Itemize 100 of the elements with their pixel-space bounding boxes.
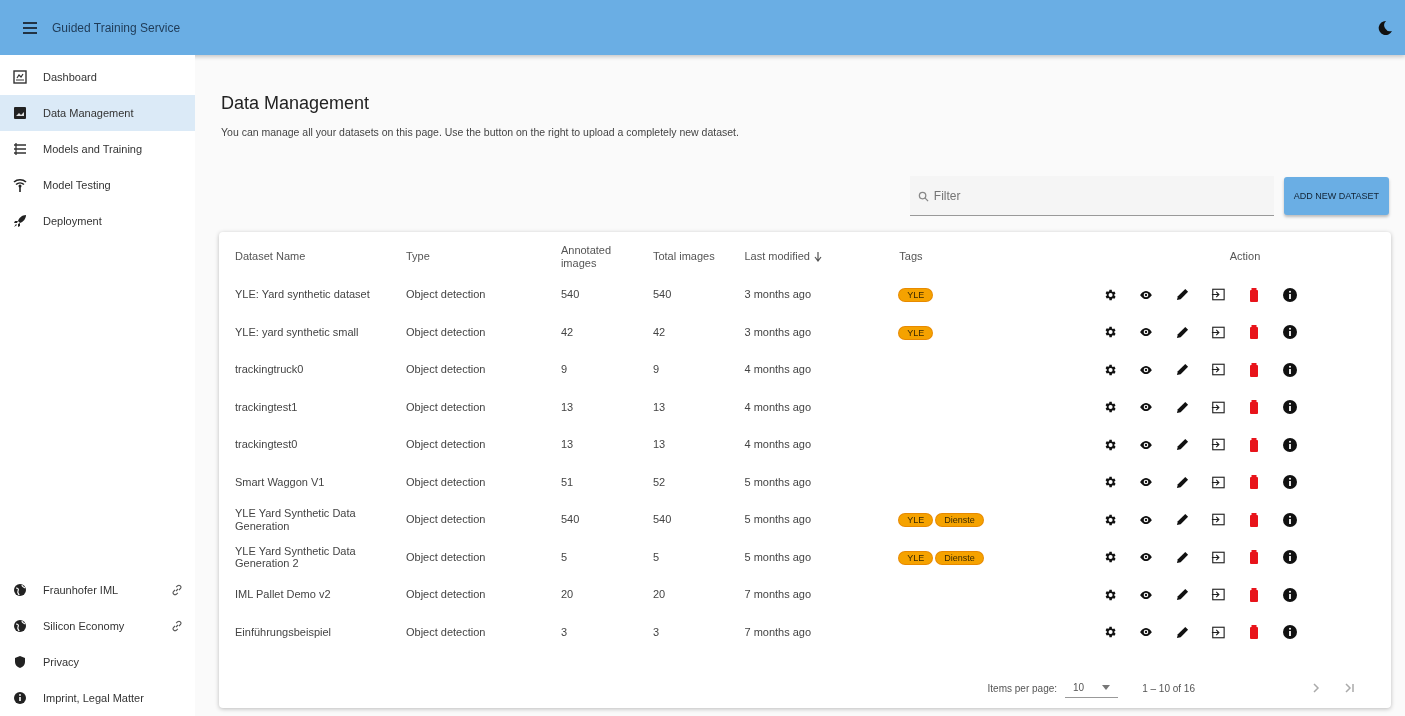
column-header[interactable]: Annotated images (556, 236, 649, 276)
info-icon[interactable] (1283, 587, 1297, 602)
menu-icon[interactable] (22, 20, 38, 35)
table-cell-text: 52 (651, 474, 667, 490)
rocket-icon (13, 214, 27, 228)
info-icon[interactable] (1283, 625, 1297, 640)
info-icon[interactable] (1283, 325, 1297, 340)
table-cell-text: 13 (559, 437, 575, 453)
sidebar-item[interactable]: Models and Training (0, 131, 195, 167)
sidebar-link[interactable]: Imprint, Legal Matter (0, 680, 195, 716)
info-icon[interactable] (1283, 287, 1297, 302)
trash-icon[interactable] (1250, 550, 1258, 565)
import-icon[interactable] (1211, 513, 1225, 527)
trash-icon[interactable] (1250, 362, 1258, 377)
column-header[interactable]: Total images (648, 236, 741, 276)
shield-icon (13, 655, 27, 669)
table-cell-text: Object detection (405, 474, 487, 490)
table-cell-text: 5 months ago (743, 474, 813, 490)
sidebar-link[interactable]: Privacy (0, 644, 195, 680)
info-icon[interactable] (1283, 550, 1297, 565)
table-cell-text: Object detection (405, 549, 487, 565)
settings-icon[interactable] (1103, 625, 1117, 640)
trash-icon[interactable] (1250, 475, 1258, 490)
column-header[interactable]: Tags (895, 236, 1099, 276)
eye-icon[interactable] (1139, 439, 1153, 450)
sidebar-link[interactable]: Fraunhofer IML (0, 572, 195, 608)
settings-icon[interactable] (1103, 437, 1117, 452)
pencil-icon[interactable] (1175, 438, 1189, 452)
settings-icon[interactable] (1103, 362, 1117, 377)
sidebar-item[interactable]: Model Testing (0, 167, 195, 203)
pencil-icon[interactable] (1175, 288, 1189, 302)
trash-icon[interactable] (1250, 287, 1258, 302)
eye-icon[interactable] (1139, 364, 1153, 375)
column-header[interactable]: Dataset Name (219, 236, 402, 276)
eye-icon[interactable] (1139, 514, 1153, 525)
trash-icon[interactable] (1250, 437, 1258, 452)
info-icon[interactable] (1283, 400, 1297, 415)
info-icon[interactable] (1283, 475, 1297, 490)
eye-icon[interactable] (1139, 402, 1153, 413)
page-size-select[interactable]: 10 (1065, 678, 1119, 698)
import-icon[interactable] (1211, 550, 1225, 564)
settings-icon[interactable] (1103, 287, 1117, 302)
sort-arrow-icon (813, 251, 822, 262)
column-header[interactable]: Last modified (740, 236, 896, 276)
eye-icon[interactable] (1139, 589, 1153, 600)
eye-icon[interactable] (1139, 289, 1153, 300)
table-cell-text: trackingtest1 (234, 399, 299, 415)
image-icon (13, 106, 27, 120)
import-icon[interactable] (1211, 438, 1225, 452)
pencil-icon[interactable] (1175, 363, 1189, 377)
import-icon[interactable] (1211, 288, 1225, 302)
dark-mode-icon[interactable] (1377, 19, 1393, 36)
table-cell-text: Object detection (405, 362, 487, 378)
sidebar-item[interactable]: Data Management (0, 95, 195, 131)
pencil-icon[interactable] (1175, 550, 1189, 564)
import-icon[interactable] (1211, 325, 1225, 339)
eye-icon[interactable] (1139, 477, 1153, 488)
settings-icon[interactable] (1103, 550, 1117, 565)
eye-icon[interactable] (1139, 627, 1153, 638)
pencil-icon[interactable] (1175, 588, 1189, 602)
trash-icon[interactable] (1250, 400, 1258, 415)
pencil-icon[interactable] (1175, 513, 1189, 527)
dashboard-icon (13, 70, 27, 84)
table-cell-text: YLE: Yard synthetic dataset (234, 287, 371, 303)
settings-icon[interactable] (1103, 400, 1117, 415)
table-cell-text: Object detection (405, 437, 487, 453)
info-icon[interactable] (1283, 437, 1297, 452)
table-cell-text: 3 (651, 624, 661, 640)
info-icon[interactable] (1283, 362, 1297, 377)
import-icon[interactable] (1211, 475, 1225, 489)
import-icon[interactable] (1211, 363, 1225, 377)
sidebar-link[interactable]: Silicon Economy (0, 608, 195, 644)
import-icon[interactable] (1211, 588, 1225, 602)
pencil-icon[interactable] (1175, 400, 1189, 414)
sidebar-item[interactable]: Dashboard (0, 59, 195, 95)
pencil-icon[interactable] (1175, 475, 1189, 489)
trash-icon[interactable] (1250, 625, 1258, 640)
import-icon[interactable] (1211, 625, 1225, 639)
table-cell-text: 42 (559, 324, 575, 340)
eye-icon[interactable] (1139, 327, 1153, 338)
settings-icon[interactable] (1103, 587, 1117, 602)
trash-icon[interactable] (1250, 325, 1258, 340)
add-dataset-button[interactable]: ADD NEW DATASET (1283, 177, 1389, 215)
trash-icon[interactable] (1250, 512, 1258, 527)
sidebar-item[interactable]: Deployment (0, 203, 195, 239)
table-cell-text: 7 months ago (743, 624, 813, 640)
column-header[interactable]: Action (1099, 236, 1391, 276)
filter-field[interactable]: Filter (909, 176, 1274, 216)
pencil-icon[interactable] (1175, 325, 1189, 339)
table-cell-text: 5 months ago (743, 549, 813, 565)
table-cell-text: 20 (559, 587, 575, 603)
settings-icon[interactable] (1103, 475, 1117, 490)
settings-icon[interactable] (1103, 512, 1117, 527)
info-icon[interactable] (1283, 512, 1297, 527)
pencil-icon[interactable] (1175, 625, 1189, 639)
column-header[interactable]: Type (402, 236, 557, 276)
eye-icon[interactable] (1139, 552, 1153, 563)
settings-icon[interactable] (1103, 325, 1117, 340)
trash-icon[interactable] (1250, 587, 1258, 602)
import-icon[interactable] (1211, 400, 1225, 414)
